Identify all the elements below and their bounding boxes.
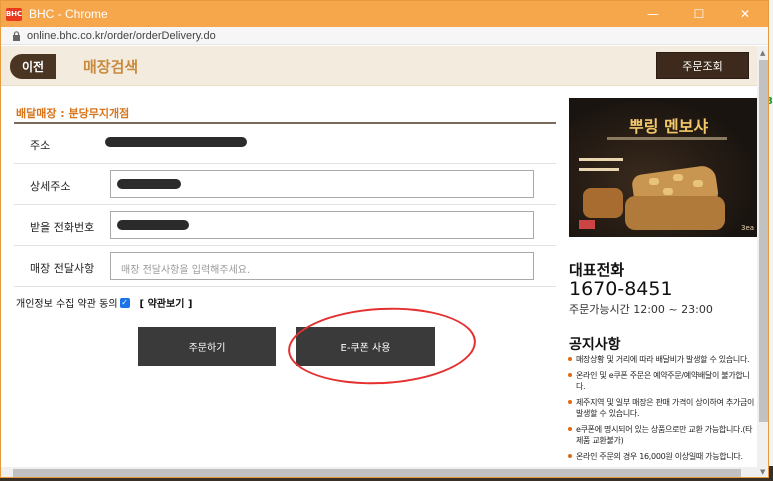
horizontal-scrollbar[interactable] xyxy=(1,467,758,477)
notice-item: e쿠폰에 명시되어 있는 상품으로만 교환 가능합니다.(타제품 교환불가) xyxy=(567,424,755,446)
order-hours: 주문가능시간 12:00 ~ 23:00 xyxy=(569,303,713,316)
consent-label: 개인정보 수집 약관 동의 xyxy=(16,299,118,310)
scroll-up-icon[interactable]: ▲ xyxy=(760,49,765,57)
bhc-favicon-icon: BHC xyxy=(6,7,22,21)
page-title: 매장검색 xyxy=(83,58,139,76)
annotation-circle xyxy=(286,303,478,389)
view-terms-link[interactable]: [ 약관보기 ] xyxy=(140,295,193,310)
page-url[interactable]: online.bhc.co.kr/order/orderDelivery.do xyxy=(27,30,216,42)
store-message-placeholder: 매장 전달사항을 입력해주세요. xyxy=(121,265,251,276)
notice-text: 온라인 주문의 경우 16,000원 이상일때 가능합니다. xyxy=(576,452,743,461)
phone-label: 받을 전화번호 xyxy=(30,221,95,234)
order-lookup-button[interactable]: 주문조회 xyxy=(656,52,749,79)
bullet-icon xyxy=(568,357,572,361)
bullet-icon xyxy=(568,400,572,404)
back-button[interactable]: 이전 xyxy=(10,54,56,79)
scrollbar-thumb[interactable] xyxy=(13,469,741,477)
food-topping xyxy=(693,180,703,187)
phone-input[interactable] xyxy=(110,211,534,239)
notice-text: 제주지역 및 일부 매장은 판매 가격이 상이하여 추가금이 발생할 수 있습니… xyxy=(576,398,755,418)
order-button[interactable]: 주문하기 xyxy=(138,327,276,366)
contact-phone: 1670-8451 xyxy=(569,278,673,300)
window-titlebar[interactable]: BHC BHC - Chrome — ☐ ✕ xyxy=(1,1,768,27)
bhc-badge-icon xyxy=(579,220,595,229)
bullet-icon xyxy=(568,373,572,377)
notice-title: 공지사항 xyxy=(569,337,621,353)
notice-text: 온라인 및 e쿠폰 주문은 예약주문/예약배달이 불가합니다. xyxy=(576,371,750,391)
promo-text-line xyxy=(579,168,619,171)
redacted-phone xyxy=(117,220,189,230)
notice-text: 매장상황 및 거리에 따라 배달비가 발생할 수 있습니다. xyxy=(576,355,750,364)
promo-title: 뿌링 멘보샤 xyxy=(629,117,709,136)
window-controls: — ☐ ✕ xyxy=(630,1,768,27)
delivery-store-label: 배달매장 : 분당무지개점 xyxy=(16,107,130,120)
scroll-down-icon[interactable]: ▼ xyxy=(760,468,765,476)
address-detail-input[interactable] xyxy=(110,170,534,198)
window-title: BHC - Chrome xyxy=(29,7,108,21)
store-message-row: 매장 전달사항 매장 전달사항을 입력해주세요. xyxy=(14,246,556,287)
bullet-icon xyxy=(568,427,572,431)
scrollbar-thumb[interactable] xyxy=(759,60,768,422)
address-detail-row: 상세주소 xyxy=(14,164,556,205)
minimize-icon[interactable]: — xyxy=(630,1,676,27)
redacted-address-detail xyxy=(117,179,181,189)
promo-banner[interactable]: 뿌링 멘보샤 3ea xyxy=(569,98,758,237)
food-image xyxy=(625,196,725,230)
notice-item: 제주지역 및 일부 매장은 판매 가격이 상이하여 추가금이 발생할 수 있습니… xyxy=(567,397,755,419)
food-topping xyxy=(673,174,683,181)
notice-text: e쿠폰에 명시되어 있는 상품으로만 교환 가능합니다.(타제품 교환불가) xyxy=(576,425,753,445)
maximize-icon[interactable]: ☐ xyxy=(676,1,722,27)
address-detail-label: 상세주소 xyxy=(30,180,71,193)
address-label: 주소 xyxy=(30,139,51,152)
address-bar[interactable]: online.bhc.co.kr/order/orderDelivery.do xyxy=(1,27,768,45)
page-header: 이전 매장검색 주문조회 xyxy=(1,46,758,86)
notice-list: 매장상황 및 거리에 따라 배달비가 발생할 수 있습니다. 온라인 및 e쿠폰… xyxy=(567,354,755,467)
contact-title: 대표전화 xyxy=(569,261,625,279)
food-topping xyxy=(663,188,673,195)
food-image xyxy=(583,188,623,218)
redacted-address xyxy=(105,137,247,147)
promo-subtitle-line xyxy=(607,137,727,140)
food-topping xyxy=(649,178,659,185)
promo-text-line xyxy=(579,158,623,161)
store-message-label: 매장 전달사항 xyxy=(30,262,95,275)
lock-icon[interactable] xyxy=(11,30,21,41)
notice-item: 온라인 및 e쿠폰 주문은 예약주문/예약배달이 불가합니다. xyxy=(567,370,755,392)
browser-popup-window: BHC BHC - Chrome — ☐ ✕ online.bhc.co.kr/… xyxy=(0,0,769,478)
privacy-consent: 개인정보 수집 약관 동의 ✓ [ 약관보기 ] xyxy=(16,295,192,310)
close-icon[interactable]: ✕ xyxy=(722,1,768,27)
vertical-scrollbar[interactable]: ▲ ▼ xyxy=(757,46,768,477)
consent-checkbox[interactable]: ✓ xyxy=(119,297,130,308)
promo-count: 3ea xyxy=(741,224,755,232)
notice-item: 온라인 주문의 경우 16,000원 이상일때 가능합니다. xyxy=(567,451,755,462)
store-message-input[interactable]: 매장 전달사항을 입력해주세요. xyxy=(110,252,534,280)
notice-item: 매장상황 및 거리에 따라 배달비가 발생할 수 있습니다. xyxy=(567,354,755,365)
bullet-icon xyxy=(568,454,572,458)
phone-row: 받을 전화번호 xyxy=(14,205,556,246)
address-row: 주소 xyxy=(14,124,556,164)
